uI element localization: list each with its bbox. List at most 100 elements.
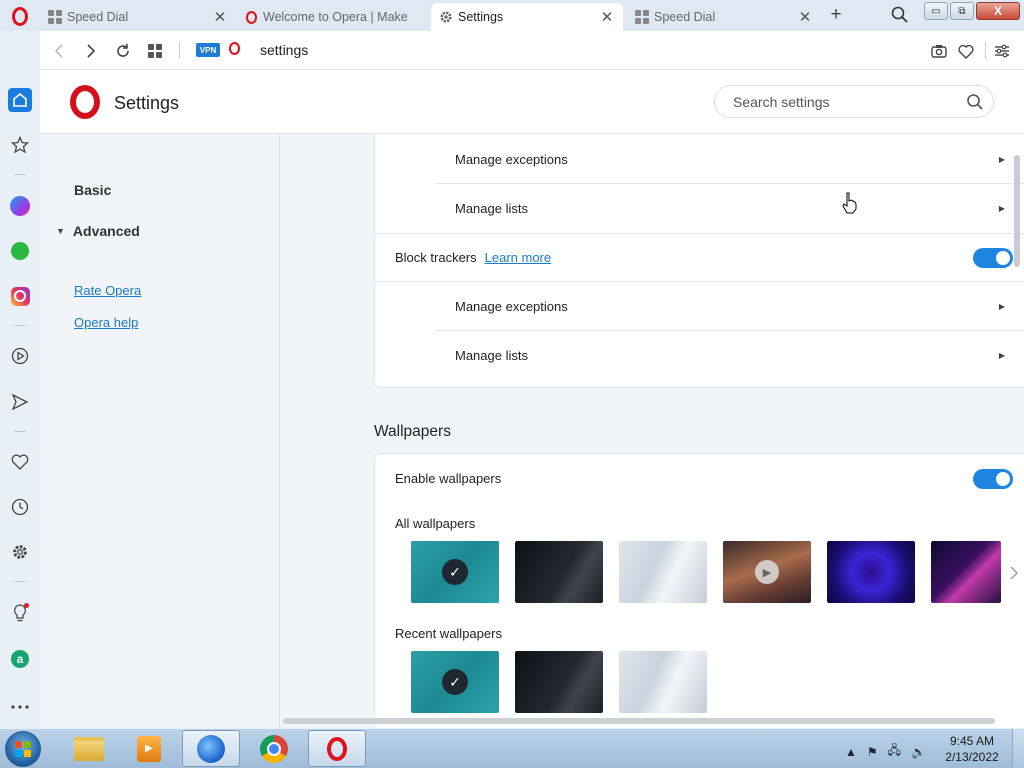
messenger-icon[interactable] bbox=[8, 194, 32, 218]
taskbar-firefox[interactable] bbox=[182, 730, 240, 767]
url-field[interactable]: settings bbox=[260, 42, 308, 58]
nav-advanced[interactable]: ▼ Advanced bbox=[56, 223, 140, 239]
close-icon[interactable]: ✕ bbox=[212, 8, 228, 26]
recent-wallpaper-thumb-dark[interactable] bbox=[515, 651, 603, 713]
recent-wallpapers-label: Recent wallpapers bbox=[395, 626, 502, 641]
home-icon[interactable] bbox=[8, 88, 32, 112]
opera-logo-icon bbox=[12, 6, 28, 26]
volume-icon[interactable]: 🔊 bbox=[911, 745, 926, 759]
trackers-manage-exceptions-row[interactable]: Manage exceptions ▶ bbox=[435, 282, 1024, 331]
whatsapp-icon[interactable] bbox=[8, 239, 32, 263]
checkmark-icon: ✓ bbox=[442, 669, 468, 695]
back-button[interactable] bbox=[48, 40, 70, 62]
chevron-right-icon: ▶ bbox=[998, 301, 1005, 311]
tab-welcome-opera[interactable]: Welcome to Opera | Make bbox=[236, 3, 430, 31]
camera-icon[interactable] bbox=[929, 41, 949, 61]
gear-icon bbox=[439, 10, 453, 24]
recent-wallpaper-thumb-light[interactable] bbox=[619, 651, 707, 713]
page-title: Settings bbox=[114, 93, 180, 113]
rate-opera-link[interactable]: Rate Opera bbox=[74, 283, 141, 298]
close-icon[interactable]: ✕ bbox=[599, 8, 615, 26]
tab-title: Welcome to Opera | Make bbox=[263, 10, 408, 24]
minimize-button[interactable]: ▭ bbox=[924, 2, 948, 20]
content-blocking-card: Manage exceptions ▶ Manage lists ▶ Block… bbox=[374, 134, 1024, 388]
media-player-icon: ▶ bbox=[137, 735, 161, 762]
opera-logo-icon bbox=[70, 85, 100, 122]
settings-content: Manage exceptions ▶ Manage lists ▶ Block… bbox=[280, 134, 1024, 728]
trackers-manage-lists-row[interactable]: Manage lists ▶ bbox=[435, 331, 1024, 380]
network-icon[interactable]: 🖧 bbox=[888, 741, 901, 762]
close-window-button[interactable]: X bbox=[976, 2, 1020, 20]
firefox-icon bbox=[197, 734, 225, 763]
recent-wallpaper-thumb-teal[interactable]: ✓ bbox=[411, 651, 499, 713]
opera-help-link[interactable]: Opera help bbox=[74, 315, 138, 330]
forward-button[interactable] bbox=[80, 40, 102, 62]
my-flow-send-icon[interactable] bbox=[8, 390, 32, 414]
horizontal-scrollbar[interactable] bbox=[283, 718, 995, 724]
ad-block-manage-lists-row[interactable]: Manage lists ▶ bbox=[435, 184, 1024, 233]
chevron-right-icon[interactable] bbox=[1010, 566, 1018, 583]
bookmarks-star-icon[interactable] bbox=[8, 133, 32, 157]
reload-button[interactable] bbox=[112, 40, 134, 62]
ad-block-manage-exceptions-row[interactable]: Manage exceptions ▶ bbox=[435, 135, 1024, 184]
clock[interactable]: 9:45 AM 2/13/2022 bbox=[936, 733, 1008, 765]
windows-logo-icon bbox=[15, 741, 31, 757]
wallpaper-thumb-tunnel[interactable] bbox=[827, 541, 915, 603]
player-icon[interactable] bbox=[8, 344, 32, 368]
play-icon: ▶ bbox=[755, 560, 779, 584]
wallpaper-thumb-animated-room[interactable]: ▶ bbox=[723, 541, 811, 603]
nav-basic[interactable]: Basic bbox=[74, 182, 111, 198]
easy-setup-icon[interactable] bbox=[992, 41, 1012, 61]
show-desktop-button[interactable] bbox=[1012, 729, 1024, 768]
notification-dot bbox=[24, 603, 29, 608]
chevron-right-icon: ▶ bbox=[998, 351, 1005, 360]
opera-menu-button[interactable] bbox=[6, 5, 34, 27]
search-icon[interactable] bbox=[966, 93, 984, 111]
heart-icon[interactable] bbox=[956, 41, 976, 61]
search-input[interactable] bbox=[733, 94, 953, 110]
wallpaper-thumb-neon[interactable] bbox=[931, 541, 1001, 603]
vpn-badge[interactable]: VPN bbox=[196, 43, 220, 57]
lightbulb-icon[interactable] bbox=[8, 601, 32, 625]
sidebar-separator bbox=[14, 174, 26, 175]
search-settings-box[interactable] bbox=[714, 85, 994, 118]
block-trackers-toggle[interactable] bbox=[973, 247, 1013, 268]
hand-cursor-icon bbox=[842, 192, 858, 214]
taskbar-explorer[interactable] bbox=[60, 730, 118, 767]
settings-header: Settings bbox=[40, 70, 1024, 134]
windows-taskbar: ▶ ▲ ⚑ 🖧 🔊 9:45 AM 2/13/2022 bbox=[0, 728, 1024, 768]
checkmark-icon: ✓ bbox=[442, 559, 468, 585]
tab-search-icon[interactable] bbox=[890, 5, 910, 25]
wallpaper-thumb-teal[interactable]: ✓ bbox=[411, 541, 499, 603]
more-options-icon[interactable] bbox=[8, 695, 32, 719]
tabs-overview-button[interactable] bbox=[144, 40, 166, 62]
speed-dial-icon bbox=[635, 10, 649, 24]
settings-gear-icon[interactable] bbox=[8, 540, 32, 564]
wallpaper-thumb-light[interactable] bbox=[619, 541, 707, 603]
aria-icon[interactable]: a bbox=[8, 647, 32, 671]
heart-icon[interactable] bbox=[8, 450, 32, 474]
enable-wallpapers-toggle[interactable] bbox=[973, 468, 1013, 489]
close-icon[interactable]: ✕ bbox=[797, 8, 813, 26]
tab-speed-dial-2[interactable]: Speed Dial ✕ bbox=[627, 3, 821, 31]
new-tab-button[interactable]: + bbox=[826, 5, 846, 27]
restore-button[interactable]: ⧉ bbox=[950, 2, 974, 20]
start-button[interactable] bbox=[5, 731, 41, 767]
clock-date: 2/13/2022 bbox=[945, 750, 999, 764]
taskbar-chrome[interactable] bbox=[245, 730, 303, 767]
action-center-flag-icon[interactable]: ⚑ bbox=[867, 745, 878, 759]
chrome-icon bbox=[260, 734, 288, 763]
vertical-scrollbar[interactable] bbox=[1014, 155, 1020, 267]
taskbar-opera[interactable] bbox=[308, 730, 366, 767]
opera-icon bbox=[327, 736, 347, 761]
tray-expand-icon[interactable]: ▲ bbox=[845, 745, 857, 759]
tab-settings[interactable]: Settings ✕ bbox=[431, 3, 623, 31]
tab-speed-dial-1[interactable]: Speed Dial ✕ bbox=[40, 3, 236, 31]
caret-down-icon: ▼ bbox=[56, 226, 65, 236]
history-clock-icon[interactable] bbox=[8, 495, 32, 519]
opera-icon bbox=[244, 10, 258, 24]
taskbar-media-player[interactable]: ▶ bbox=[120, 730, 178, 767]
learn-more-link[interactable]: Learn more bbox=[485, 250, 551, 265]
wallpaper-thumb-dark[interactable] bbox=[515, 541, 603, 603]
instagram-icon[interactable] bbox=[8, 284, 32, 308]
